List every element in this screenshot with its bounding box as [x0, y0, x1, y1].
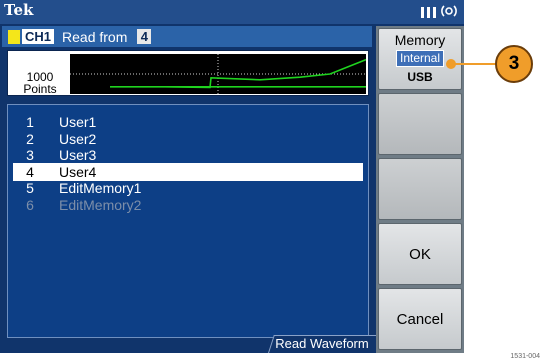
read-from-value: 4: [137, 29, 152, 44]
waveform-display: [70, 54, 366, 94]
list-item-name: User3: [59, 147, 97, 163]
ok-softkey[interactable]: OK: [378, 223, 462, 285]
read-from-label: Read from: [62, 28, 128, 45]
list-item[interactable]: 5 EditMemory1: [13, 179, 363, 197]
read-waveform-tab: Read Waveform: [275, 336, 369, 351]
points-readout: 1000 Points: [16, 71, 64, 95]
list-item-index: 2: [26, 130, 34, 147]
ok-label: OK: [409, 245, 431, 263]
title-bar: Tek: [0, 0, 464, 24]
softkey-2-blank[interactable]: [378, 93, 462, 155]
callout-leader-line: [451, 63, 499, 65]
memory-title: Memory: [394, 32, 446, 48]
callout-leader-dot: [446, 59, 456, 69]
channel-color-swatch: [8, 29, 20, 44]
list-item[interactable]: 2 User2: [13, 130, 363, 148]
list-item-name: User4: [59, 163, 97, 180]
callout-badge: 3: [495, 45, 533, 83]
memory-usb-option[interactable]: USB: [407, 70, 432, 84]
list-item-name: User2: [59, 130, 97, 147]
channel-label: CH1: [22, 29, 55, 44]
points-label: Points: [23, 82, 57, 96]
list-item-index: 1: [26, 114, 34, 130]
channel-badge: CH1: [8, 29, 55, 44]
softkey-bezel: Memory Internal USB OK Cancel: [376, 26, 464, 353]
status-icons: [421, 3, 458, 21]
list-item[interactable]: 1 User1: [13, 113, 363, 131]
waveform-plot: [70, 54, 366, 94]
list-item[interactable]: 6 EditMemory2: [13, 196, 363, 214]
list-item-index: 6: [26, 196, 34, 213]
list-item-index: 4: [26, 163, 34, 180]
tek-logo: Tek: [4, 1, 34, 19]
list-item[interactable]: 4 User4: [13, 162, 363, 181]
cancel-softkey[interactable]: Cancel: [378, 288, 462, 350]
channel-header: CH1 Read from 4: [2, 26, 372, 47]
list-item-index: 5: [26, 180, 34, 196]
memory-internal-option[interactable]: Internal: [395, 50, 445, 67]
softkey-3-blank[interactable]: [378, 158, 462, 220]
list-item-name: EditMemory2: [59, 196, 142, 213]
grid-icon: [421, 6, 436, 18]
list-item-index: 3: [26, 147, 34, 163]
figure-code: 1531-004: [510, 353, 540, 360]
tekvisa-icon: [440, 4, 458, 21]
list-item-name: EditMemory1: [59, 180, 142, 196]
cancel-label: Cancel: [396, 310, 444, 328]
waveform-memory-list: 1 User1 2 User2 3 User3 4 User4 5 EditMemory1 6 Edi…: [7, 104, 369, 338]
list-item[interactable]: 3 User3: [13, 146, 363, 164]
waveform-preview: 1000 Points: [7, 50, 369, 96]
list-item-name: User1: [59, 114, 97, 130]
